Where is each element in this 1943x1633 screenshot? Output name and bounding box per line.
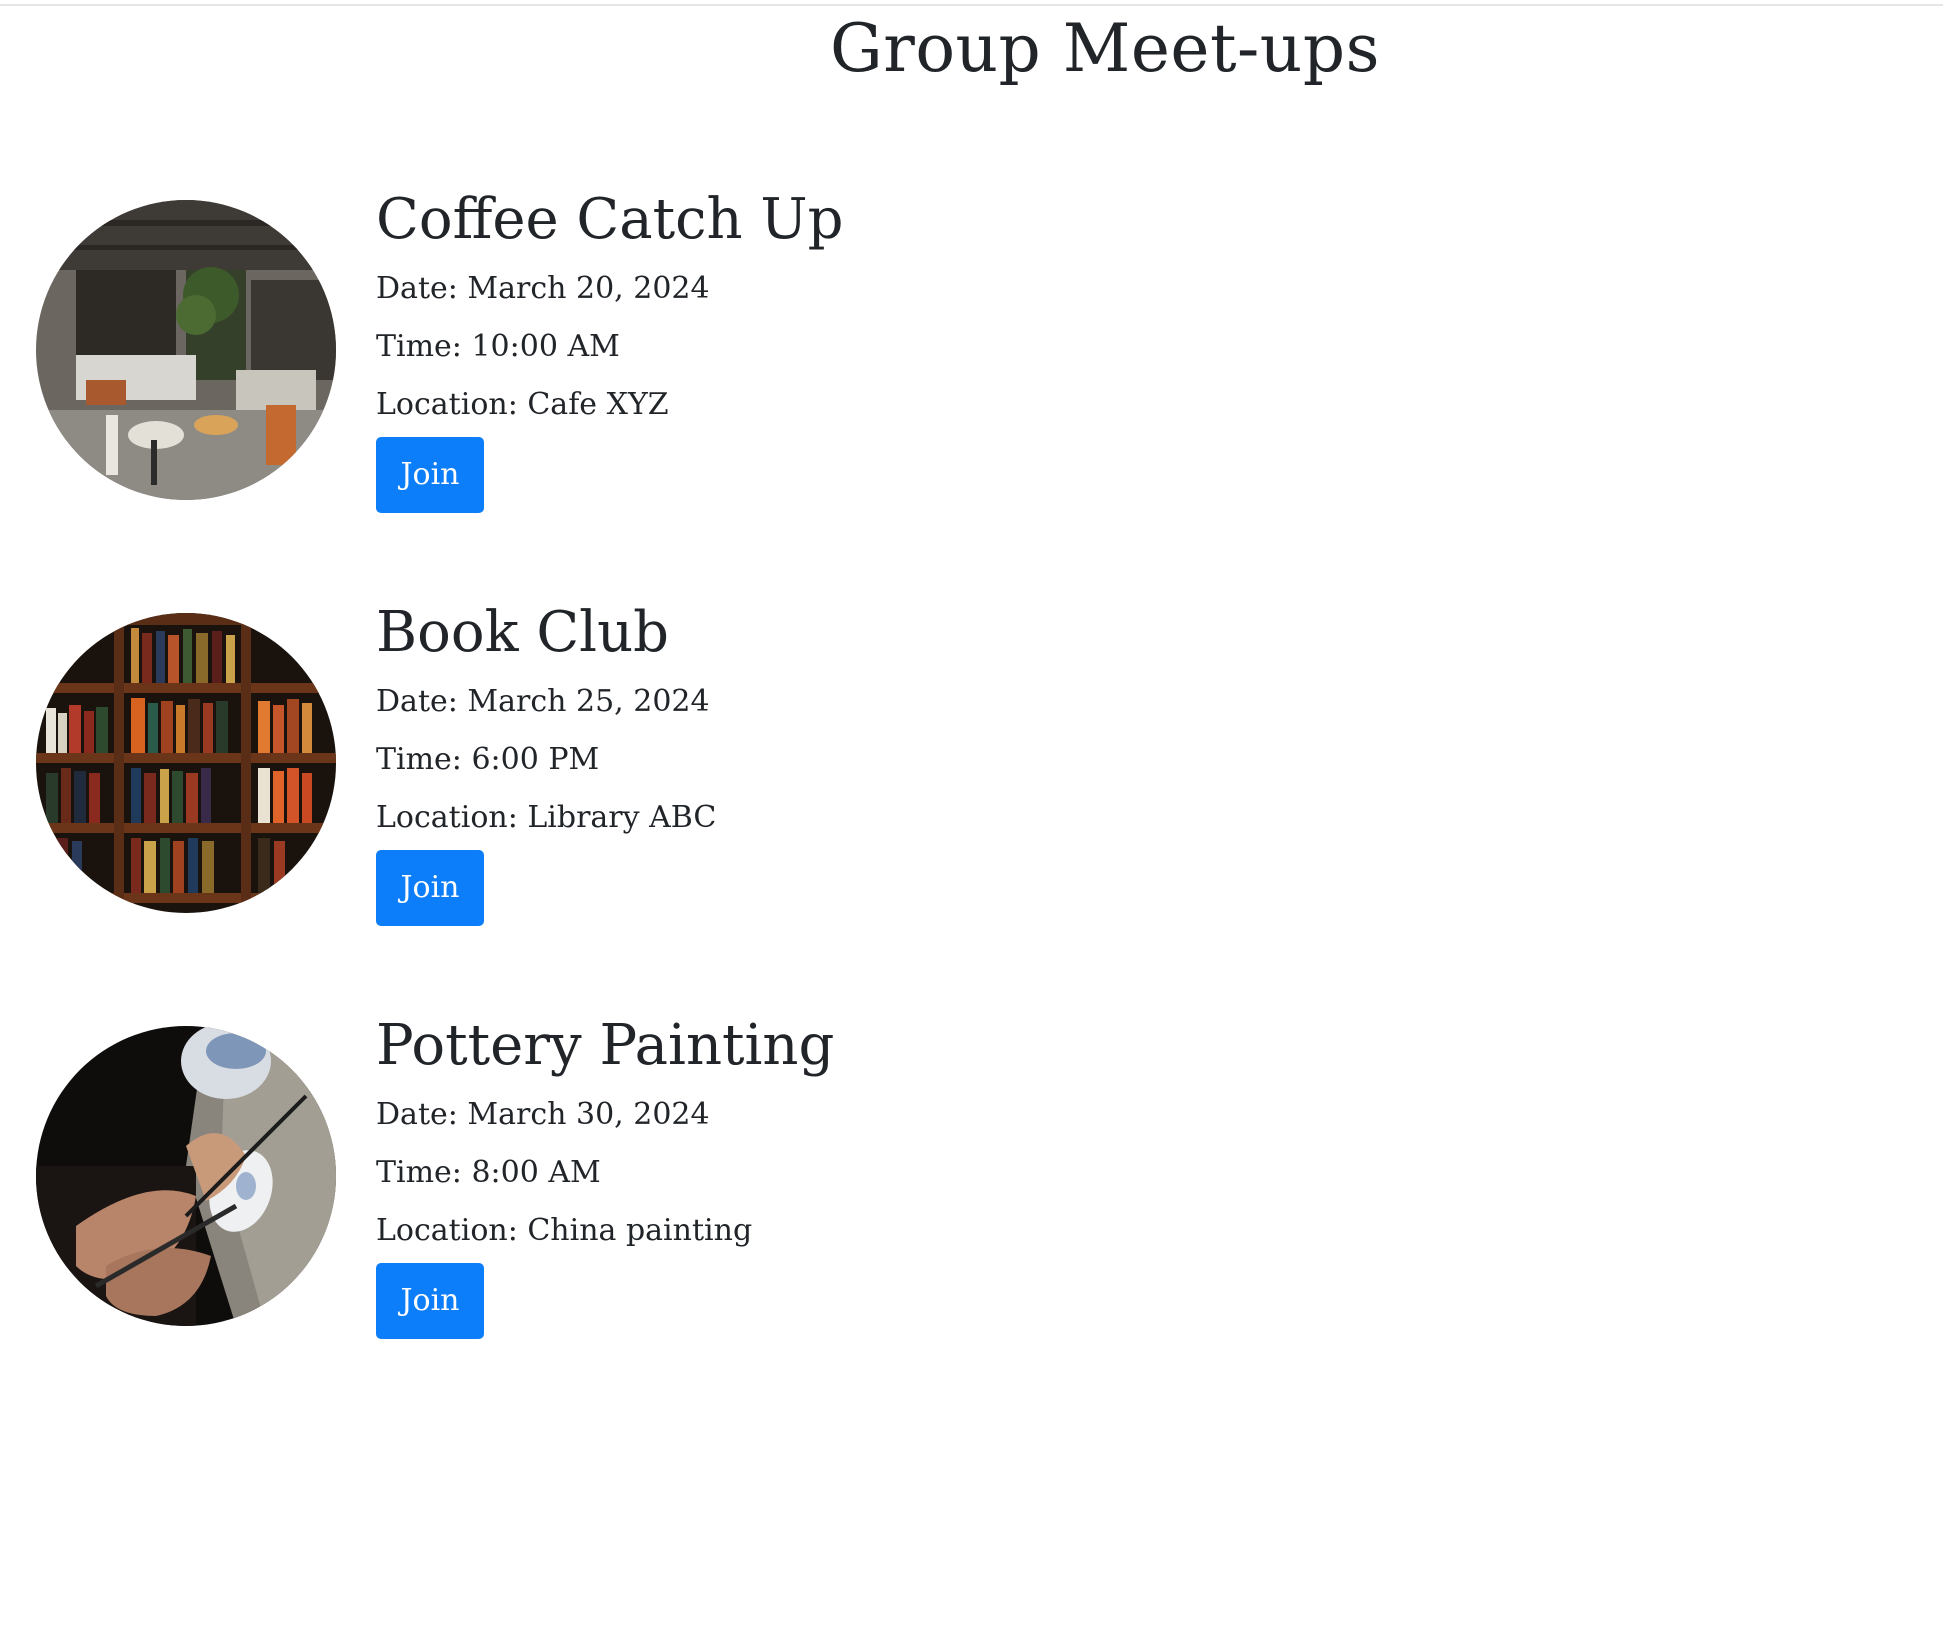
meetup-card-book-club: Book Club Date: March 25, 2024 Time: 6:0…: [36, 593, 1636, 1006]
meetup-date: Date: March 25, 2024: [376, 684, 710, 719]
meetup-location: Location: Library ABC: [376, 800, 717, 835]
meetup-location: Location: Cafe XYZ: [376, 387, 669, 422]
page-title: Group Meet-ups: [830, 10, 1380, 87]
meetup-list: Coffee Catch Up Date: March 20, 2024 Tim…: [36, 180, 1636, 1419]
meetup-card-pottery: Pottery Painting Date: March 30, 2024 Ti…: [36, 1006, 1636, 1419]
cafe-interior-photo: [36, 200, 336, 500]
meetup-location: Location: China painting: [376, 1213, 753, 1248]
join-button[interactable]: Join: [376, 850, 484, 926]
meetup-time: Time: 8:00 AM: [376, 1155, 601, 1190]
meetup-time: Time: 10:00 AM: [376, 329, 620, 364]
pottery-painting-photo: [36, 1026, 336, 1326]
meetup-title: Pottery Painting: [376, 1013, 835, 1078]
meetup-title: Book Club: [376, 600, 669, 665]
join-button[interactable]: Join: [376, 437, 484, 513]
meetup-info: Book Club Date: March 25, 2024 Time: 6:0…: [376, 593, 716, 926]
meetup-time: Time: 6:00 PM: [376, 742, 600, 777]
meetup-info: Pottery Painting Date: March 30, 2024 Ti…: [376, 1006, 834, 1339]
meetup-title: Coffee Catch Up: [376, 187, 844, 252]
join-button[interactable]: Join: [376, 1263, 484, 1339]
meetup-date: Date: March 20, 2024: [376, 271, 710, 306]
bookshelf-photo: [36, 613, 336, 913]
meetup-date: Date: March 30, 2024: [376, 1097, 710, 1132]
meetup-card-coffee: Coffee Catch Up Date: March 20, 2024 Tim…: [36, 180, 1636, 593]
top-divider: [0, 4, 1943, 6]
meetup-info: Coffee Catch Up Date: March 20, 2024 Tim…: [376, 180, 843, 513]
